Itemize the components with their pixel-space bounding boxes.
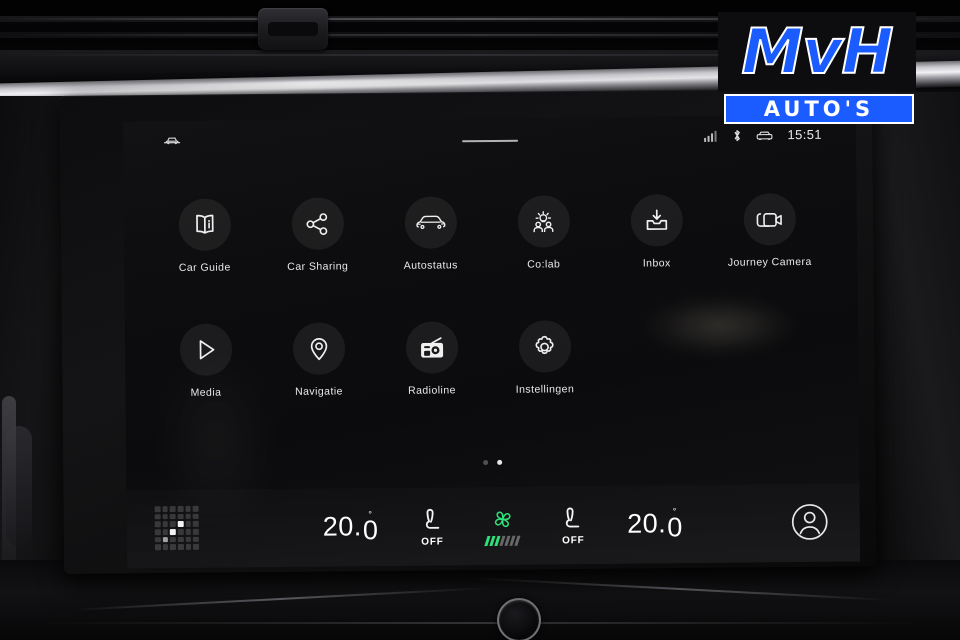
watermark-tagline: AUTO'S bbox=[724, 94, 914, 124]
book-icon bbox=[191, 213, 217, 237]
app-label: Car Sharing bbox=[287, 260, 349, 273]
app-icon-disc bbox=[405, 321, 458, 374]
radio-icon bbox=[417, 335, 445, 360]
center-console-right-panel bbox=[872, 92, 960, 640]
driver-seat-state: OFF bbox=[421, 535, 444, 548]
infotainment-screen[interactable]: 15:51 Car Guide Car Sharing Autostatus C… bbox=[122, 114, 861, 569]
app-label: Media bbox=[190, 386, 222, 399]
collaboration-idea-icon bbox=[530, 208, 557, 234]
watermark-brand: MvH bbox=[718, 12, 916, 92]
climate-controls: 20. ° 0 OFF OFF 20. ° 0 bbox=[322, 485, 683, 566]
seat-heater-icon bbox=[420, 506, 444, 534]
console-rotary-knob[interactable] bbox=[497, 598, 541, 640]
watermark-tagline-text: AUTO'S bbox=[763, 97, 875, 121]
share-icon bbox=[305, 211, 330, 236]
app-row-2: Media Navigatie Radioline Instellingen bbox=[125, 317, 859, 399]
passenger-temp-whole: 20. bbox=[626, 507, 667, 539]
play-triangle-icon bbox=[192, 337, 218, 363]
app-grid: Car Guide Car Sharing Autostatus Co:lab … bbox=[123, 160, 858, 399]
app-label: Car Guide bbox=[178, 261, 231, 274]
page-dot-1[interactable] bbox=[483, 460, 489, 466]
app-label: Instellingen bbox=[515, 383, 575, 396]
passenger-seat-state: OFF bbox=[562, 534, 585, 546]
passenger-temp-fraction: 0 bbox=[667, 511, 683, 542]
app-navigatie[interactable]: Navigatie bbox=[262, 322, 376, 398]
app-car-sharing[interactable]: Car Sharing bbox=[261, 197, 375, 273]
app-icon-disc bbox=[292, 322, 345, 375]
app-label: Radioline bbox=[407, 384, 456, 397]
map-pin-icon bbox=[306, 335, 330, 362]
app-icon-disc bbox=[743, 193, 796, 246]
seat-heater-icon bbox=[561, 505, 585, 533]
driver-temp-whole: 20. bbox=[322, 510, 362, 542]
user-avatar-icon[interactable] bbox=[790, 502, 830, 542]
app-label: Navigatie bbox=[294, 385, 343, 398]
app-label: Journey Camera bbox=[727, 255, 812, 269]
app-label: Co:lab bbox=[527, 258, 561, 271]
driver-seat-heater[interactable]: OFF bbox=[420, 506, 444, 547]
app-icon-disc bbox=[630, 194, 683, 247]
screenshot-root: 15:51 Car Guide Car Sharing Autostatus C… bbox=[0, 0, 960, 640]
app-row-1: Car Guide Car Sharing Autostatus Co:lab … bbox=[124, 192, 858, 274]
video-camera-icon bbox=[755, 207, 783, 231]
app-icon-disc bbox=[291, 197, 344, 250]
car-front-icon bbox=[415, 212, 445, 232]
passenger-temperature[interactable]: 20. ° 0 bbox=[626, 506, 683, 542]
watermark-brand-text: MvH bbox=[740, 15, 894, 88]
signal-bars-icon bbox=[704, 129, 718, 142]
app-label: Inbox bbox=[642, 257, 671, 270]
fan-level-bars bbox=[484, 535, 521, 546]
fan-blower-icon bbox=[488, 506, 518, 532]
fan-speed-control[interactable] bbox=[484, 506, 521, 546]
app-icon-disc bbox=[178, 198, 231, 251]
pull-down-handle[interactable] bbox=[461, 139, 518, 143]
app-colab[interactable]: Co:lab bbox=[487, 195, 601, 271]
app-icon-disc bbox=[517, 195, 570, 248]
app-media[interactable]: Media bbox=[149, 323, 263, 399]
inbox-download-icon bbox=[643, 207, 669, 233]
status-bar-left bbox=[163, 135, 181, 145]
page-dot-2[interactable] bbox=[497, 459, 503, 465]
driver-temperature[interactable]: 20. ° 0 bbox=[322, 509, 379, 545]
passenger-seat-heater[interactable]: OFF bbox=[561, 505, 585, 546]
app-autostatus[interactable]: Autostatus bbox=[374, 196, 488, 272]
app-icon-disc bbox=[179, 323, 232, 376]
app-label: Autostatus bbox=[403, 259, 458, 272]
vent-control-knob[interactable] bbox=[258, 8, 328, 50]
app-launcher-grid-icon[interactable] bbox=[154, 505, 199, 551]
app-radioline[interactable]: Radioline bbox=[375, 321, 489, 397]
gear-icon bbox=[531, 333, 558, 360]
app-car-guide[interactable]: Car Guide bbox=[148, 198, 262, 274]
app-inbox[interactable]: Inbox bbox=[600, 194, 714, 270]
app-journey-camera[interactable]: Journey Camera bbox=[713, 193, 827, 269]
driver-temp-fraction: 0 bbox=[362, 514, 379, 545]
climate-bar: 20. ° 0 OFF OFF 20. ° 0 bbox=[126, 483, 861, 569]
page-indicator bbox=[126, 456, 859, 468]
status-bar-clock: 15:51 bbox=[787, 126, 823, 143]
car-icon bbox=[163, 135, 181, 145]
app-instellingen[interactable]: Instellingen bbox=[488, 320, 602, 396]
dealer-watermark: MvH AUTO'S bbox=[718, 12, 916, 124]
status-bar-right: 15:51 bbox=[704, 127, 822, 143]
car-front-icon bbox=[756, 129, 773, 141]
app-icon-disc bbox=[518, 320, 571, 373]
bluetooth-icon bbox=[732, 128, 742, 142]
app-icon-disc bbox=[404, 196, 457, 249]
